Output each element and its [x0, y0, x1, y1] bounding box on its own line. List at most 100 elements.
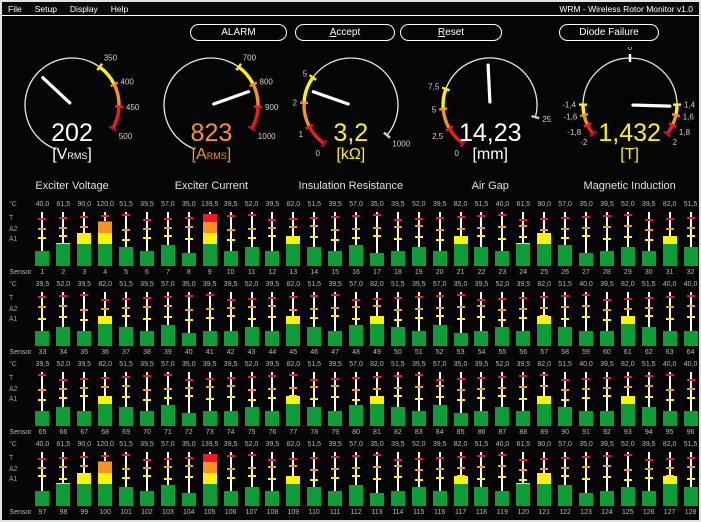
threshold-tick-a2 [289, 226, 297, 228]
sensor-temp: 39,5 [262, 360, 283, 369]
bar-segment [579, 331, 593, 346]
sensor-number: 42 [220, 348, 241, 357]
alarm-button[interactable]: ALARM [190, 24, 287, 41]
sensor-column [492, 451, 513, 506]
sensor-bar [663, 476, 677, 506]
bar-segment [265, 331, 279, 346]
threshold-tick-t [185, 379, 193, 381]
sensor-temp: 35,0 [367, 200, 388, 209]
threshold-tick-a1 [477, 397, 485, 399]
sensor-number: 109 [283, 508, 304, 517]
sensor-bar [349, 245, 363, 266]
sensor-temp: 39,5 [199, 360, 220, 369]
threshold-tick-a2 [101, 386, 109, 388]
accept-button[interactable]: Accept [295, 24, 395, 41]
threshold-tick-a2 [666, 306, 674, 308]
sensor-column [241, 291, 262, 346]
threshold-tick-a2 [268, 466, 276, 468]
threshold-tick-t [268, 297, 276, 299]
threshold-tick-t [436, 295, 444, 297]
threshold-tick-t [687, 217, 695, 219]
sensor-column [659, 291, 680, 346]
threshold-tick-t [164, 296, 172, 298]
threshold-tick-t [227, 299, 235, 301]
threshold-tick-t [540, 218, 548, 220]
sensor-column [137, 291, 158, 346]
threshold-tick-a2 [519, 386, 527, 388]
bar-segment [621, 404, 635, 426]
sensor-number: 94 [638, 428, 659, 437]
sensor-column [32, 211, 53, 266]
sensor-bar [77, 473, 91, 506]
sensor-temp: 90,0 [534, 200, 555, 209]
menu-display[interactable]: Display [70, 4, 98, 14]
sensor-temp: 57,0 [429, 280, 450, 289]
sensor-temp: 90,0 [74, 440, 95, 449]
wrm-window: File Setup Display Help WRM - Wireless R… [0, 0, 701, 522]
threshold-tick-a2 [645, 385, 653, 387]
sensor-number: 121 [534, 508, 555, 517]
bar-segment [77, 484, 91, 506]
threshold-tick-t [666, 374, 674, 376]
sensor-bar [454, 236, 468, 266]
sensor-column [157, 451, 178, 506]
gauge-tick [672, 114, 680, 116]
sensor-temp: 39,5 [325, 360, 346, 369]
sensor-temp: 120,0 [95, 200, 116, 209]
threshold-tick-a2 [164, 227, 172, 229]
threshold-tick-a2 [331, 307, 339, 309]
menu-file[interactable]: File [8, 4, 22, 14]
threshold-tick-a1 [603, 476, 611, 478]
bar-segment [454, 244, 468, 266]
sensor-column [157, 371, 178, 426]
sensor-temp: 39,5 [429, 440, 450, 449]
threshold-tick-a1 [519, 236, 527, 238]
bar-segment [77, 244, 91, 266]
sensor-column [262, 291, 283, 346]
gauge-tick [532, 116, 540, 118]
sensor-number: 15 [325, 268, 346, 277]
bar-segment [516, 331, 530, 346]
sensor-column [576, 211, 597, 266]
threshold-tick-t [373, 298, 381, 300]
sensor-column [32, 291, 53, 346]
threshold-tick-a2 [373, 388, 381, 390]
threshold-tick-a1 [477, 478, 485, 480]
reset-button[interactable]: Reset [400, 24, 502, 41]
sensor-number: 104 [178, 508, 199, 517]
gauge-insulation-resistance: 012510003,2[kΩ]Insulation Resistance [281, 47, 420, 197]
sensor-number: 53 [450, 348, 471, 357]
sensor-column [53, 451, 74, 506]
sensor-temp: 82,0 [283, 280, 304, 289]
gauge-tick-label: 800 [260, 77, 274, 86]
bar-segment [349, 405, 363, 426]
threshold-tick-a2 [268, 305, 276, 307]
menu-help[interactable]: Help [111, 4, 128, 14]
sensor-temp: 52,0 [241, 200, 262, 209]
bar-segment [621, 396, 635, 404]
bar-segment [663, 411, 677, 426]
sensor-column [555, 291, 576, 346]
sensor-number: 46 [304, 348, 325, 357]
threshold-labels: TA2A1 [2, 451, 32, 506]
threshold-tick-t [143, 375, 151, 377]
threshold-tick-a2 [436, 307, 444, 309]
sensor-column [346, 451, 367, 506]
threshold-tick-a2 [248, 228, 256, 230]
bar-segment [286, 324, 300, 346]
sensor-number: 9 [199, 268, 220, 277]
bar-segment [328, 251, 342, 266]
menu-setup[interactable]: Setup [35, 4, 57, 14]
bar-segment [391, 491, 405, 506]
sensor-bar [642, 407, 656, 426]
diode-failure-button[interactable]: Diode Failure [559, 24, 659, 41]
threshold-tick-t [687, 295, 695, 297]
sensor-bar [286, 476, 300, 506]
sensor-row-label: Sensor [2, 508, 32, 517]
sensor-temp: 39,5 [199, 280, 220, 289]
sensor-temp: 52,0 [241, 360, 262, 369]
threshold-tick-t [645, 459, 653, 461]
sensor-number: 52 [429, 348, 450, 357]
threshold-tick-t [206, 294, 214, 296]
sensor-temp: 51,5 [387, 280, 408, 289]
